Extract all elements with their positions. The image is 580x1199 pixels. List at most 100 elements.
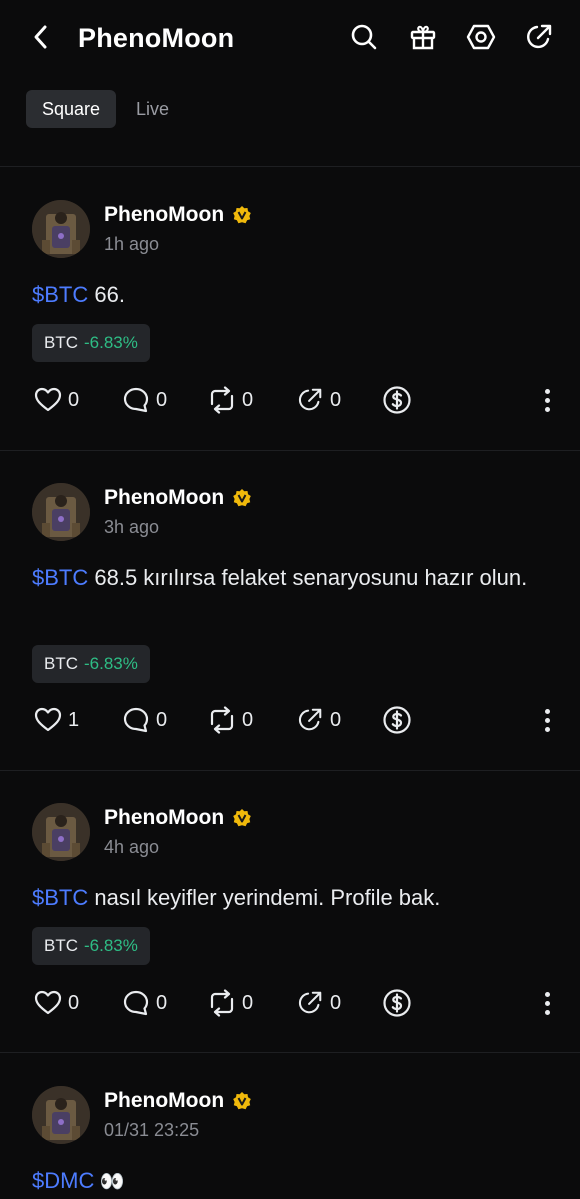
repost-button[interactable]: 0 bbox=[208, 703, 253, 737]
chip-symbol: BTC bbox=[44, 333, 78, 352]
chevron-left-icon bbox=[34, 25, 47, 49]
repost-icon bbox=[210, 706, 234, 734]
search-button[interactable] bbox=[349, 20, 379, 54]
post-text: 68.5 kırılırsa felaket senaryosunu hazır… bbox=[88, 565, 528, 590]
post-content: $BTC 68.5 kırılırsa felaket senaryosunu … bbox=[32, 559, 552, 596]
avatar[interactable] bbox=[32, 483, 90, 541]
verified-badge-icon bbox=[233, 489, 251, 507]
tip-button[interactable] bbox=[382, 383, 412, 417]
chip-change: -6.83% bbox=[84, 333, 138, 352]
like-count: 0 bbox=[68, 991, 80, 1014]
post-card[interactable]: PhenoMoon 3h ago $BTC 68.5 kırılırsa fel… bbox=[0, 483, 580, 763]
post-time: 1h ago bbox=[104, 234, 160, 254]
divider bbox=[0, 166, 580, 167]
post-text: 👀 bbox=[94, 1171, 125, 1193]
verified-badge-icon bbox=[233, 809, 251, 827]
heart-icon bbox=[34, 707, 62, 732]
dollar-coin-icon bbox=[383, 386, 411, 414]
post-content: $BTC 66. bbox=[32, 276, 552, 313]
more-options-button[interactable] bbox=[540, 986, 554, 1020]
like-button[interactable]: 0 bbox=[34, 383, 79, 417]
verified-badge-icon bbox=[233, 1092, 251, 1110]
post-actions: 0 0 0 0 bbox=[34, 986, 554, 1020]
post-text: 66. bbox=[88, 282, 125, 307]
heart-icon bbox=[34, 990, 62, 1015]
dollar-coin-icon bbox=[383, 706, 411, 734]
ticker-chip[interactable]: BTC -6.83% bbox=[32, 927, 150, 965]
share-icon bbox=[298, 388, 322, 411]
like-button[interactable]: 1 bbox=[34, 703, 79, 737]
author-name[interactable]: PhenoMoon bbox=[104, 483, 252, 513]
avatar[interactable] bbox=[32, 803, 90, 861]
back-button[interactable] bbox=[26, 22, 54, 52]
post-actions: 0 0 0 0 bbox=[34, 383, 554, 417]
post-time: 4h ago bbox=[104, 837, 160, 857]
page-title: PhenoMoon bbox=[78, 23, 235, 53]
share-icon bbox=[298, 708, 322, 731]
repost-count: 0 bbox=[242, 991, 254, 1014]
settings-button[interactable] bbox=[466, 20, 496, 54]
like-count: 0 bbox=[68, 388, 80, 411]
tip-button[interactable] bbox=[382, 703, 412, 737]
post-actions: 1 0 0 0 bbox=[34, 703, 554, 737]
post-card[interactable]: PhenoMoon 1h ago $BTC 66. BTC -6.83% 0 0… bbox=[0, 200, 580, 440]
cashtag-link[interactable]: $BTC bbox=[32, 282, 88, 307]
comment-icon bbox=[123, 387, 149, 413]
share-icon bbox=[298, 991, 322, 1014]
share-post-button[interactable]: 0 bbox=[296, 383, 341, 417]
author-name[interactable]: PhenoMoon bbox=[104, 803, 252, 833]
gift-button[interactable] bbox=[408, 20, 438, 54]
repost-icon bbox=[210, 989, 234, 1017]
author-name[interactable]: PhenoMoon bbox=[104, 200, 252, 230]
tab-bar: Square Live bbox=[26, 90, 185, 128]
heart-icon bbox=[34, 387, 62, 412]
share-button[interactable] bbox=[524, 20, 554, 54]
more-options-button[interactable] bbox=[540, 703, 554, 737]
gift-icon bbox=[410, 25, 436, 50]
avatar[interactable] bbox=[32, 1086, 90, 1144]
share-post-button[interactable]: 0 bbox=[296, 703, 341, 737]
comment-icon bbox=[123, 707, 149, 733]
repost-count: 0 bbox=[242, 388, 254, 411]
like-button[interactable]: 0 bbox=[34, 986, 79, 1020]
settings-icon bbox=[466, 24, 496, 50]
cashtag-link[interactable]: $BTC bbox=[32, 565, 88, 590]
post-card[interactable]: PhenoMoon 4h ago $BTC nasıl keyifler yer… bbox=[0, 803, 580, 1043]
cashtag-link[interactable]: $DMC bbox=[32, 1168, 94, 1193]
share-count: 0 bbox=[330, 991, 342, 1014]
repost-count: 0 bbox=[242, 708, 254, 731]
tip-button[interactable] bbox=[382, 986, 412, 1020]
author-name[interactable]: PhenoMoon bbox=[104, 1086, 252, 1116]
dollar-coin-icon bbox=[383, 989, 411, 1017]
comment-button[interactable]: 0 bbox=[122, 986, 167, 1020]
verified-badge-icon bbox=[233, 206, 251, 224]
avatar[interactable] bbox=[32, 200, 90, 258]
tab-live[interactable]: Live bbox=[120, 90, 185, 128]
tab-square[interactable]: Square bbox=[26, 90, 117, 128]
comment-button[interactable]: 0 bbox=[122, 703, 167, 737]
ticker-chip[interactable]: BTC -6.83% bbox=[32, 324, 150, 362]
comment-count: 0 bbox=[156, 388, 168, 411]
cashtag-link[interactable]: $BTC bbox=[32, 885, 88, 910]
post-card[interactable]: PhenoMoon 01/31 23:25 $DMC 👀 bbox=[0, 1086, 580, 1199]
divider bbox=[0, 1052, 580, 1053]
chip-change: -6.83% bbox=[84, 936, 138, 955]
comment-count: 0 bbox=[156, 991, 168, 1014]
share-post-button[interactable]: 0 bbox=[296, 986, 341, 1020]
post-time: 3h ago bbox=[104, 517, 160, 537]
chip-change: -6.83% bbox=[84, 654, 138, 673]
comment-button[interactable]: 0 bbox=[122, 383, 167, 417]
repost-button[interactable]: 0 bbox=[208, 986, 253, 1020]
top-bar: PhenoMoon bbox=[0, 0, 580, 76]
chip-symbol: BTC bbox=[44, 936, 78, 955]
like-count: 1 bbox=[68, 708, 80, 731]
more-options-button[interactable] bbox=[540, 383, 554, 417]
repost-button[interactable]: 0 bbox=[208, 383, 253, 417]
post-text: nasıl keyifler yerindemi. Profile bak. bbox=[88, 885, 441, 910]
post-content: $DMC 👀 bbox=[32, 1162, 552, 1199]
search-icon bbox=[351, 24, 377, 50]
comment-count: 0 bbox=[156, 708, 168, 731]
share-icon bbox=[527, 24, 552, 49]
share-count: 0 bbox=[330, 388, 342, 411]
ticker-chip[interactable]: BTC -6.83% bbox=[32, 645, 150, 683]
